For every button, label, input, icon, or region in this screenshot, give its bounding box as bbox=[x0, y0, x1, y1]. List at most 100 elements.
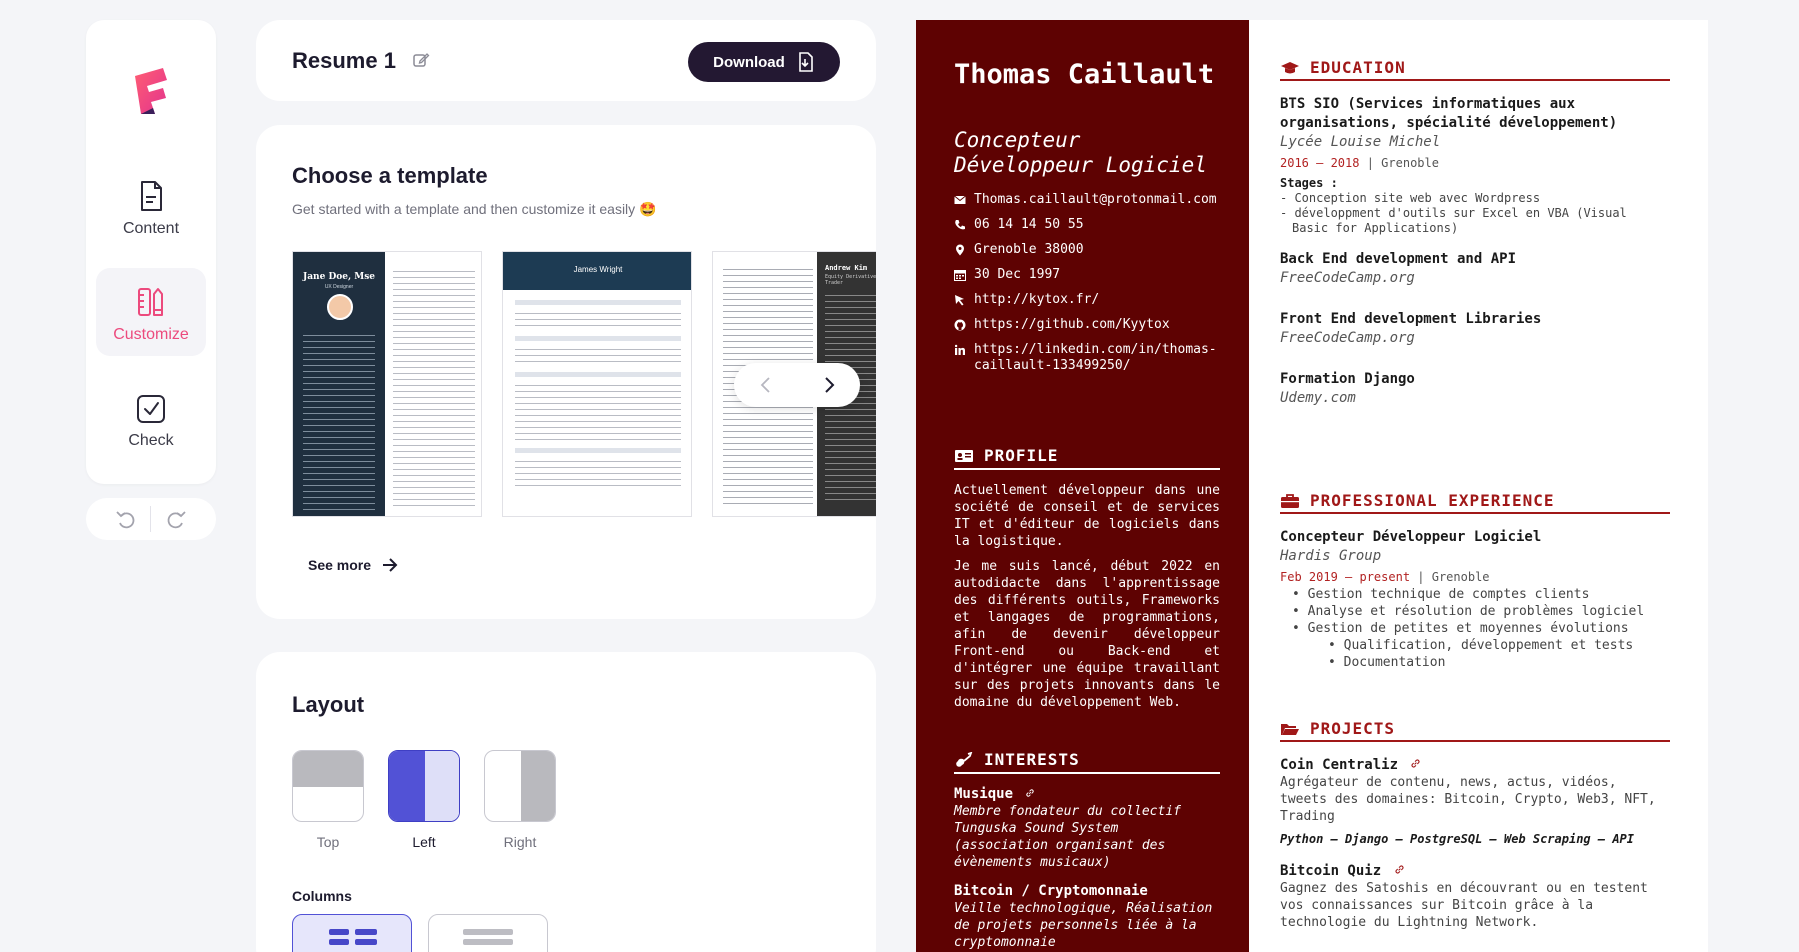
cursor-icon bbox=[955, 295, 964, 306]
app-root: Content Customize Check Resume 1 Downloa… bbox=[0, 0, 1799, 952]
layout-option-left[interactable] bbox=[388, 750, 460, 822]
chevron-right-icon[interactable] bbox=[819, 375, 839, 395]
resume-role: Concepteur Développeur Logiciel bbox=[954, 128, 1207, 177]
education-title: Back End development and API bbox=[1280, 251, 1517, 267]
contact-text: Thomas.caillault@protonmail.com bbox=[974, 192, 1217, 207]
education-item: Formation Django Udemy.com bbox=[1280, 370, 1670, 408]
thumb-name: Andrew Kim bbox=[825, 264, 868, 272]
columns-label: Columns bbox=[292, 888, 352, 904]
templates-subtitle: Get started with a template and then cus… bbox=[292, 201, 657, 217]
folder-open-icon bbox=[1281, 723, 1299, 735]
github-icon bbox=[954, 319, 966, 331]
contact-text: Grenoble 38000 bbox=[974, 242, 1084, 257]
layout-panel: Layout Top Left Right Columns bbox=[256, 652, 876, 952]
projects-section: PROJECTS Coin Centraliz Agrégateur de co… bbox=[1280, 719, 1670, 931]
link-icon[interactable] bbox=[1410, 758, 1421, 769]
download-label: Download bbox=[713, 53, 785, 71]
sidebar-item-label: Check bbox=[128, 432, 174, 449]
link-icon[interactable] bbox=[1394, 864, 1405, 875]
stage-item: - développment d'outils sur Excel en VBA… bbox=[1280, 206, 1627, 235]
interests-heading: INTERESTS bbox=[954, 750, 1220, 774]
experience-section: PROFESSIONAL EXPERIENCE Concepteur Dével… bbox=[1280, 491, 1670, 671]
contact-list: Thomas.caillault@protonmail.com 06 14 14… bbox=[954, 192, 1224, 383]
contact-email[interactable]: Thomas.caillault@protonmail.com bbox=[954, 192, 1224, 208]
sidebar-item-label: Customize bbox=[113, 326, 189, 343]
location-icon bbox=[956, 244, 964, 256]
layout-option-top[interactable] bbox=[292, 750, 364, 822]
calendar-icon bbox=[954, 270, 966, 281]
undo-icon[interactable] bbox=[114, 508, 136, 530]
template-thumb-1[interactable]: Jane Doe, Mse UX Designer bbox=[292, 251, 482, 517]
thumb-role: UX Designer bbox=[324, 284, 354, 290]
education-institution: FreeCodeCamp.org bbox=[1280, 330, 1415, 346]
education-item: Front End development Libraries FreeCode… bbox=[1280, 310, 1670, 348]
download-button[interactable]: Download bbox=[688, 42, 840, 82]
chevron-left-icon[interactable] bbox=[756, 375, 776, 395]
section-title: EDUCATION bbox=[1310, 58, 1406, 77]
thumb-name: James Wright bbox=[573, 265, 623, 274]
redo-icon[interactable] bbox=[166, 508, 188, 530]
interest-desc: Veille technologique, Réalisation de pro… bbox=[954, 901, 1213, 950]
education-institution: Udemy.com bbox=[1280, 390, 1356, 406]
profile-section: PROFILE Actuellement développeur dans un… bbox=[954, 446, 1220, 719]
project-tech: Python – Django – PostgreSQL – Web Scrap… bbox=[1280, 832, 1635, 846]
sidebar-item-content[interactable]: Content bbox=[96, 162, 206, 250]
sidebar-item-check[interactable]: Check bbox=[96, 374, 206, 462]
education-title: BTS SIO (Services informatiques aux orga… bbox=[1280, 96, 1618, 131]
contact-text: http://kytox.fr/ bbox=[974, 292, 1100, 307]
arrow-right-icon bbox=[383, 558, 398, 572]
link-icon[interactable] bbox=[1025, 788, 1035, 798]
contact-github[interactable]: https://github.com/Kyytox bbox=[954, 317, 1224, 333]
layout-option-label: Top bbox=[316, 834, 340, 850]
contact-linkedin[interactable]: https://linkedin.com/in/thomas-caillault… bbox=[954, 342, 1224, 374]
phone-icon bbox=[955, 220, 965, 230]
resume-sidebar: Thomas Caillault Concepteur Développeur … bbox=[916, 20, 1249, 952]
interest-title: Musique bbox=[954, 786, 1014, 802]
columns-option-two[interactable] bbox=[292, 914, 412, 952]
carousel-controls bbox=[734, 363, 860, 407]
interest-desc: Membre fondateur du collectif Tunguska S… bbox=[954, 804, 1181, 870]
template-thumb-2[interactable]: James Wright bbox=[502, 251, 692, 517]
job-bullet: • Gestion de petites et moyennes évoluti… bbox=[1292, 621, 1629, 636]
ruler-pencil-icon bbox=[138, 288, 163, 316]
resume-title: Resume 1 bbox=[292, 48, 396, 73]
projects-heading: PROJECTS bbox=[1280, 719, 1670, 742]
layout-option-right[interactable] bbox=[484, 750, 556, 822]
contact-phone: 06 14 14 50 55 bbox=[954, 217, 1224, 233]
education-date: 2016 – 2018 | Grenoble bbox=[1280, 156, 1439, 170]
briefcase-icon bbox=[1281, 493, 1299, 508]
resume-header-panel: Resume 1 Download bbox=[256, 20, 876, 101]
interest-item: Musique Membre fondateur du collectif Tu… bbox=[954, 786, 1220, 871]
education-heading: EDUCATION bbox=[1280, 58, 1670, 81]
contact-text: 06 14 14 50 55 bbox=[974, 217, 1084, 232]
job-bullet: • Gestion technique de comptes clients bbox=[1292, 587, 1590, 602]
education-item: Back End development and API FreeCodeCam… bbox=[1280, 250, 1670, 288]
job-sub-bullet: • Qualification, développement et tests bbox=[1328, 638, 1634, 653]
contact-text: https://github.com/Kyytox bbox=[974, 317, 1170, 332]
contact-website[interactable]: http://kytox.fr/ bbox=[954, 292, 1224, 308]
edit-icon[interactable] bbox=[412, 51, 430, 69]
section-title: PROFESSIONAL EXPERIENCE bbox=[1310, 491, 1555, 510]
guitar-icon bbox=[956, 751, 973, 767]
education-institution: FreeCodeCamp.org bbox=[1280, 270, 1415, 286]
interests-section: INTERESTS Musique Membre fondateur du co… bbox=[954, 750, 1220, 951]
interest-title: Bitcoin / Cryptomonnaie bbox=[954, 883, 1148, 899]
layout-option-label: Left bbox=[412, 834, 436, 850]
section-title: INTERESTS bbox=[984, 750, 1080, 769]
check-square-icon bbox=[137, 395, 165, 423]
id-card-icon bbox=[955, 449, 973, 462]
resume-preview: Thomas Caillault Concepteur Développeur … bbox=[916, 20, 1708, 952]
experience-heading: PROFESSIONAL EXPERIENCE bbox=[1280, 491, 1670, 514]
section-title: PROFILE bbox=[984, 446, 1059, 465]
job-title: Concepteur Développeur Logiciel bbox=[1280, 529, 1542, 545]
columns-option-one[interactable] bbox=[428, 914, 548, 952]
education-section: EDUCATION BTS SIO (Services informatique… bbox=[1280, 58, 1670, 408]
sidebar-item-customize[interactable]: Customize bbox=[96, 268, 206, 356]
project-title: Bitcoin Quiz bbox=[1280, 863, 1382, 879]
section-title: PROJECTS bbox=[1310, 719, 1396, 738]
layout-title: Layout bbox=[292, 692, 365, 717]
education-item: BTS SIO (Services informatiques aux orga… bbox=[1280, 95, 1670, 236]
see-more-link[interactable]: See more bbox=[308, 557, 399, 573]
sidebar: Content Customize Check bbox=[86, 20, 216, 484]
job-company: Hardis Group bbox=[1280, 548, 1382, 564]
